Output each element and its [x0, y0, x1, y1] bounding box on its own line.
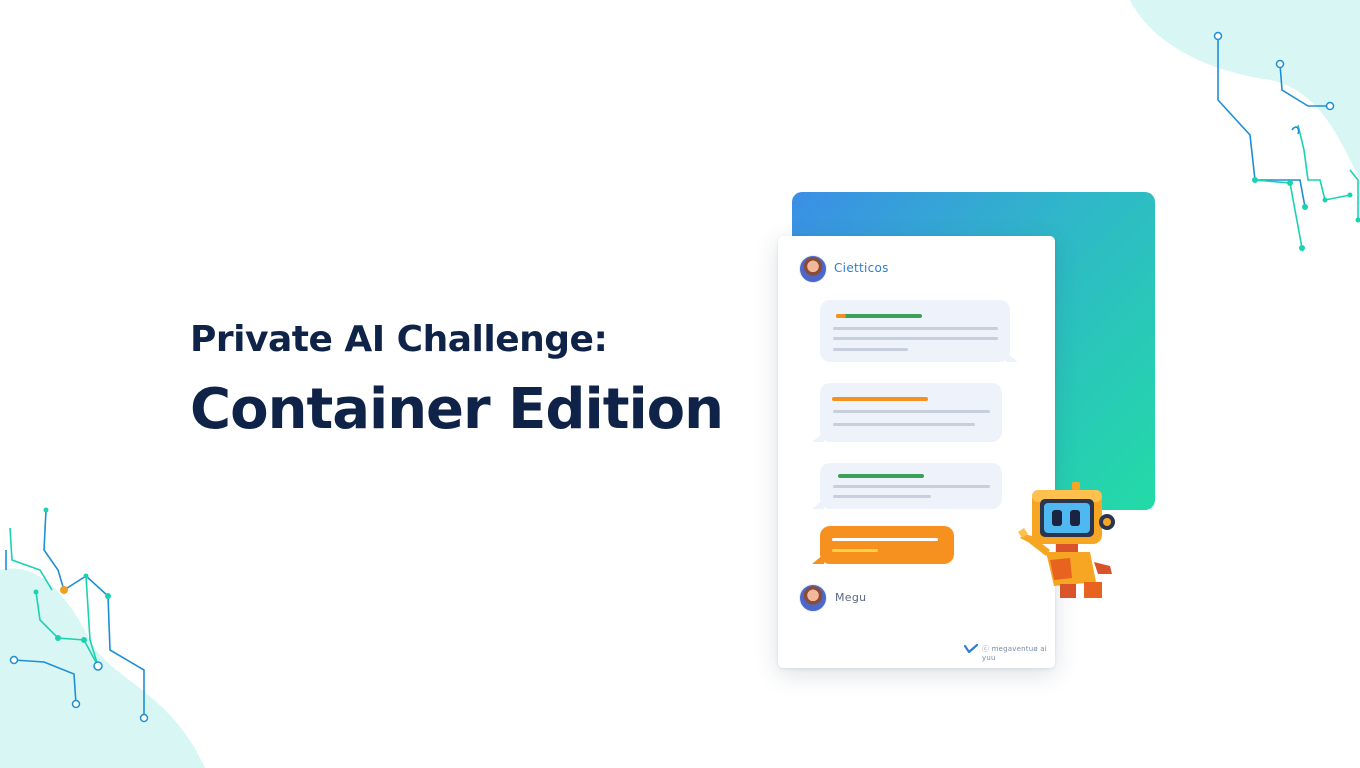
message-bar — [836, 314, 922, 318]
bubble-tail — [1006, 352, 1018, 362]
message-bar — [832, 549, 878, 552]
message-bar — [833, 337, 998, 340]
message-bubble-4 — [812, 526, 954, 564]
chat-footer-brand: ⓒ megaventuø ai yuu — [982, 645, 1047, 662]
circuit-lines-bottom-left — [5, 507, 149, 723]
message-bubble-3 — [812, 463, 1002, 509]
message-bubble-1 — [820, 300, 1018, 362]
message-bar — [832, 538, 938, 541]
chat-footer-name: Megu — [835, 591, 867, 604]
headline-line-2: Container Edition — [190, 377, 724, 442]
user-avatar-icon — [799, 584, 827, 612]
headline: Private AI Challenge: Container Edition — [190, 316, 724, 442]
message-bar — [838, 474, 924, 478]
message-bar — [833, 495, 931, 498]
message-bar — [836, 314, 846, 318]
message-bar — [833, 327, 998, 330]
message-bar — [833, 485, 990, 488]
checkmark-logo-icon — [964, 644, 978, 654]
message-bar — [833, 348, 908, 351]
user-avatar-icon — [799, 255, 827, 283]
bubble-tail — [812, 499, 824, 509]
message-bubble-2 — [812, 383, 1002, 442]
circuit-lines-top-right — [1213, 31, 1360, 251]
headline-line-1: Private AI Challenge: — [190, 319, 608, 360]
bubble-tail — [812, 432, 824, 442]
chat-header-name: Cietticos — [834, 261, 889, 275]
message-bar — [833, 410, 990, 413]
robot-mascot-icon — [1018, 482, 1115, 598]
bubble-tail — [812, 554, 824, 564]
message-bar — [832, 397, 928, 401]
chat-window: Cietticos Megu ⓒ megaventuø ai yuu — [778, 236, 1055, 668]
message-bar — [833, 423, 975, 426]
